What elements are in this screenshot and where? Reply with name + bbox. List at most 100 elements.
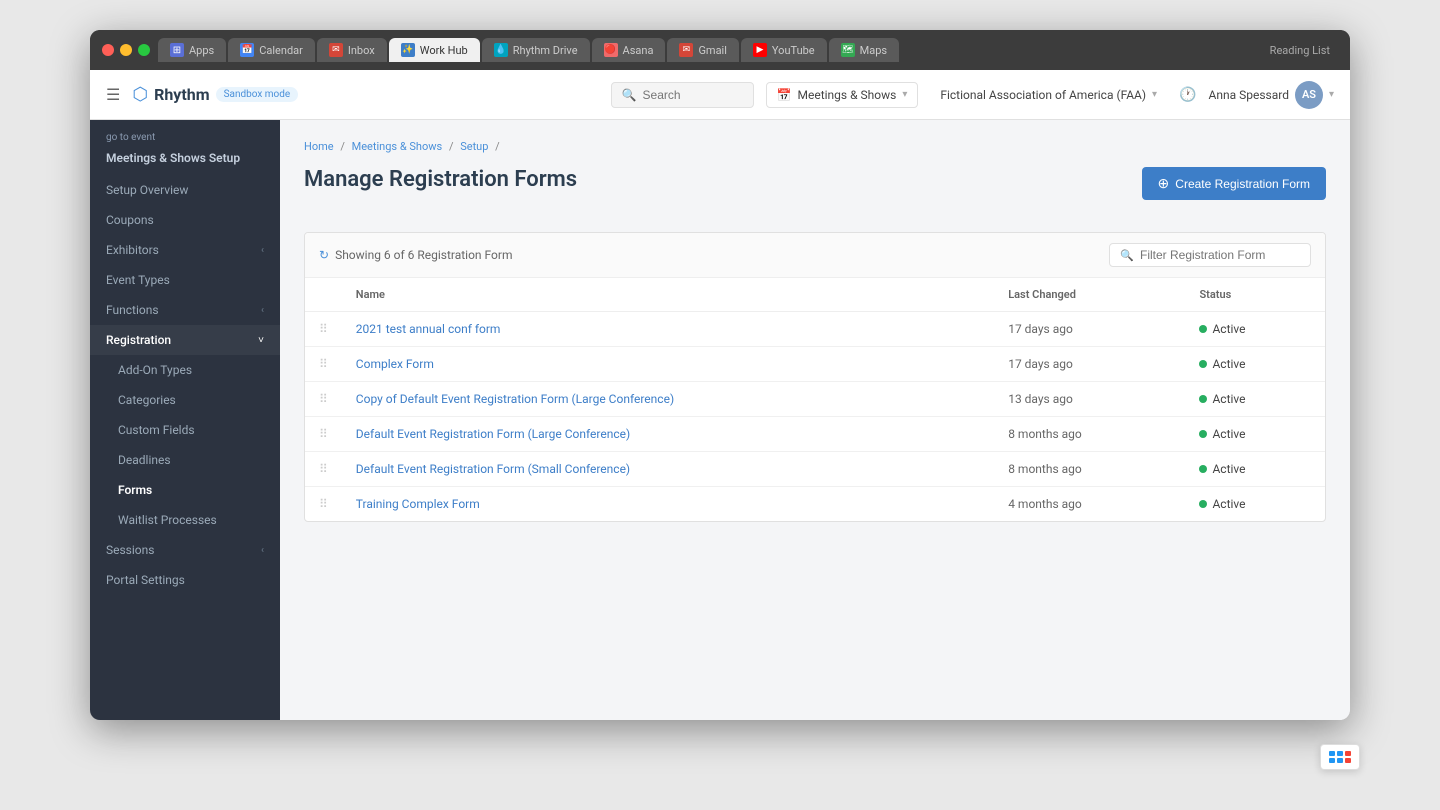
table-row[interactable]: ⠿ Training Complex Form 4 months ago Act…	[305, 487, 1325, 522]
user-chevron-icon: ▾	[1329, 89, 1334, 100]
refresh-icon[interactable]: ↻	[319, 248, 329, 262]
sidebar-item-categories[interactable]: Categories	[90, 385, 280, 415]
minimize-dot[interactable]	[120, 44, 132, 56]
tab-maps[interactable]: 🗺 Maps	[829, 38, 899, 62]
sidebar-back-link[interactable]: go to event	[90, 120, 280, 147]
sidebar-item-registration[interactable]: Registration ˅	[90, 325, 280, 355]
plus-icon: ⊕	[1158, 175, 1170, 192]
tab-calendar[interactable]: 📅 Calendar	[228, 38, 315, 62]
apps-tab-icon: ⊞	[170, 43, 184, 57]
main-content: Home / Meetings & Shows / Setup / Manage…	[280, 120, 1350, 720]
status-label: Active	[1212, 427, 1245, 441]
maps-tab-icon: 🗺	[841, 43, 855, 57]
user-name-label: Anna Spessard	[1209, 88, 1289, 102]
search-input[interactable]	[643, 88, 743, 102]
filter-input[interactable]	[1140, 248, 1300, 262]
breadcrumb-sep-1: /	[340, 140, 347, 153]
sidebar-item-exhibitors[interactable]: Exhibitors ‹	[90, 235, 280, 265]
form-name-cell: Default Event Registration Form (Small C…	[342, 452, 994, 487]
breadcrumb-sep-3: /	[495, 140, 500, 153]
status-label: Active	[1212, 462, 1245, 476]
sidebar-item-custom-fields[interactable]: Custom Fields	[90, 415, 280, 445]
search-icon: 🔍	[622, 88, 637, 102]
close-dot[interactable]	[102, 44, 114, 56]
status-cell: Active	[1185, 487, 1325, 522]
functions-label: Functions	[106, 303, 159, 317]
logo-text: Rhythm	[154, 85, 210, 104]
col-last-changed: Last Changed	[994, 278, 1185, 312]
inbox-tab-label: Inbox	[348, 44, 375, 57]
tab-rhythm-drive[interactable]: 💧 Rhythm Drive	[482, 38, 590, 62]
form-name-cell: Default Event Registration Form (Large C…	[342, 417, 994, 452]
drag-handle-cell: ⠿	[305, 487, 342, 522]
status-cell: Active	[1185, 312, 1325, 347]
bottom-widget[interactable]	[1320, 744, 1360, 770]
work-tab-icon: ✨	[401, 43, 415, 57]
drag-handle-icon: ⠿	[319, 462, 328, 476]
tab-youtube[interactable]: ▶ YouTube	[741, 38, 827, 62]
breadcrumb-setup[interactable]: Setup	[460, 140, 488, 153]
sessions-label: Sessions	[106, 543, 154, 557]
filter-input-area[interactable]: 🔍	[1109, 243, 1311, 267]
last-changed-cell: 17 days ago	[994, 347, 1185, 382]
sidebar-item-waitlist-processes[interactable]: Waitlist Processes	[90, 505, 280, 535]
sidebar-item-setup-overview[interactable]: Setup Overview	[90, 175, 280, 205]
table-row[interactable]: ⠿ Copy of Default Event Registration For…	[305, 382, 1325, 417]
table-row[interactable]: ⠿ Complex Form 17 days ago Active	[305, 347, 1325, 382]
breadcrumb-meetings[interactable]: Meetings & Shows	[352, 140, 443, 153]
drag-handle-cell: ⠿	[305, 417, 342, 452]
org-selector[interactable]: Fictional Association of America (FAA) ▾	[930, 83, 1167, 107]
table-row[interactable]: ⠿ Default Event Registration Form (Large…	[305, 417, 1325, 452]
status-cell: Active	[1185, 417, 1325, 452]
page-title: Manage Registration Forms	[304, 167, 577, 192]
form-name-cell: Complex Form	[342, 347, 994, 382]
asana-tab-label: Asana	[623, 44, 654, 57]
exhibitors-chevron-icon: ‹	[261, 245, 264, 256]
calendar-tab-label: Calendar	[259, 44, 303, 57]
browser-window: ⊞ Apps 📅 Calendar ✉ Inbox ✨ Work Hub 💧 R…	[90, 30, 1350, 720]
table-row[interactable]: ⠿ 2021 test annual conf form 17 days ago…	[305, 312, 1325, 347]
browser-control-dots	[102, 44, 150, 56]
sidebar-item-add-on-types[interactable]: Add-On Types	[90, 355, 280, 385]
maximize-dot[interactable]	[138, 44, 150, 56]
tab-asana[interactable]: 🔴 Asana	[592, 38, 666, 62]
drag-handle-icon: ⠿	[319, 427, 328, 441]
gmail-tab-icon: ✉	[679, 43, 693, 57]
registration-label: Registration	[106, 333, 171, 347]
sidebar-item-forms[interactable]: Forms	[90, 475, 280, 505]
event-selector[interactable]: 📅 Meetings & Shows ▾	[766, 82, 919, 108]
sidebar-item-sessions[interactable]: Sessions ‹	[90, 535, 280, 565]
hamburger-icon[interactable]: ☰	[106, 85, 120, 104]
sidebar-item-portal-settings[interactable]: Portal Settings	[90, 565, 280, 595]
tab-work-hub[interactable]: ✨ Work Hub	[389, 38, 480, 62]
breadcrumb-home[interactable]: Home	[304, 140, 334, 153]
sidebar-item-functions[interactable]: Functions ‹	[90, 295, 280, 325]
add-on-types-label: Add-On Types	[118, 363, 192, 377]
sidebar-item-coupons[interactable]: Coupons	[90, 205, 280, 235]
tab-apps[interactable]: ⊞ Apps	[158, 38, 226, 62]
sidebar-item-event-types[interactable]: Event Types	[90, 265, 280, 295]
tab-inbox[interactable]: ✉ Inbox	[317, 38, 387, 62]
table-row[interactable]: ⠿ Default Event Registration Form (Small…	[305, 452, 1325, 487]
chevron-down-icon: ▾	[902, 89, 907, 100]
col-name: Name	[342, 278, 994, 312]
create-registration-form-button[interactable]: ⊕ Create Registration Form	[1142, 167, 1326, 200]
table-count: ↻ Showing 6 of 6 Registration Form	[319, 248, 512, 262]
tab-gmail[interactable]: ✉ Gmail	[667, 38, 738, 62]
custom-fields-label: Custom Fields	[118, 423, 195, 437]
reading-list-link[interactable]: Reading List	[1262, 40, 1338, 61]
header-search[interactable]: 🔍	[611, 82, 754, 108]
last-changed-cell: 8 months ago	[994, 417, 1185, 452]
status-dot	[1199, 430, 1207, 438]
user-area[interactable]: Anna Spessard AS ▾	[1209, 81, 1334, 109]
registration-chevron-icon: ˅	[258, 335, 264, 346]
logo-icon: ⬡	[132, 84, 148, 105]
rhythm-tab-label: Rhythm Drive	[513, 44, 578, 57]
event-name-label: Meetings & Shows	[798, 88, 897, 102]
registration-forms-table-container: ↻ Showing 6 of 6 Registration Form 🔍	[304, 232, 1326, 522]
status-cell: Active	[1185, 382, 1325, 417]
last-changed-cell: 13 days ago	[994, 382, 1185, 417]
gmail-tab-label: Gmail	[698, 44, 726, 57]
sidebar-item-deadlines[interactable]: Deadlines	[90, 445, 280, 475]
maps-tab-label: Maps	[860, 44, 887, 57]
